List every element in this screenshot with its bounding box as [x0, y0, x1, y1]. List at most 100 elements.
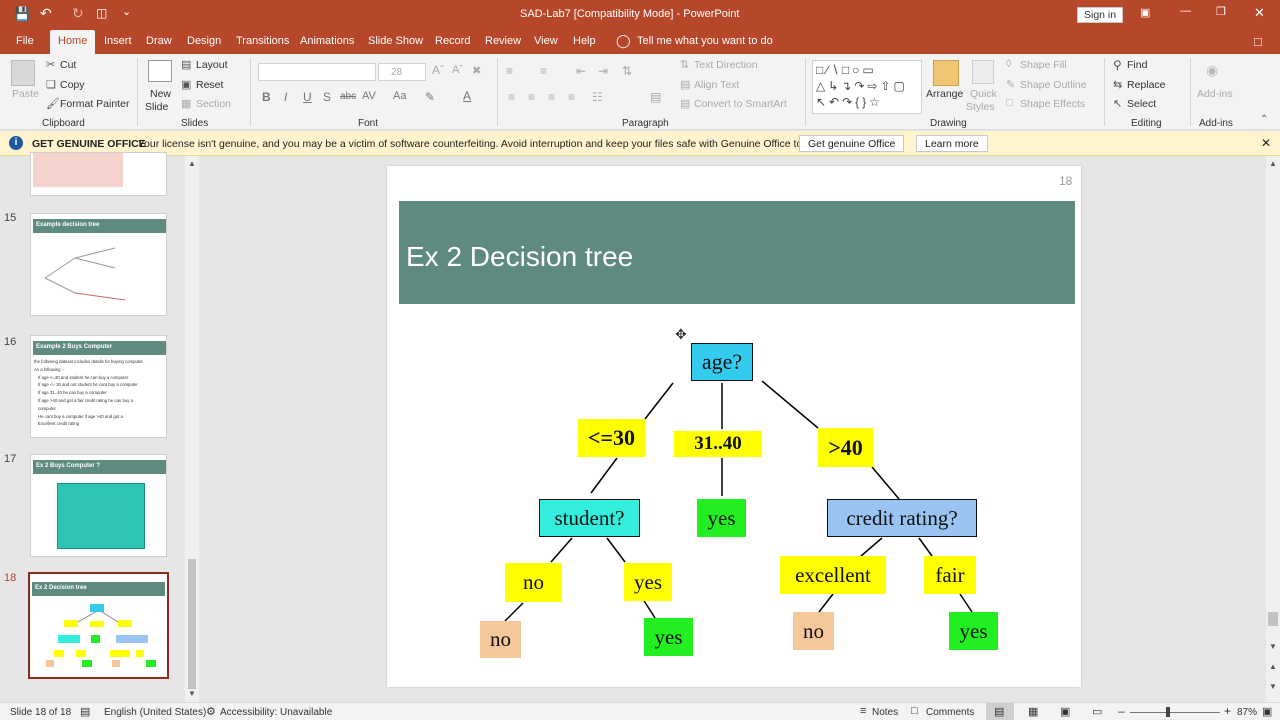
select-button[interactable]: Select	[1127, 98, 1156, 110]
leaf-no-student[interactable]: no	[480, 621, 521, 658]
slide-thumbnail-16[interactable]: Example 2 Buys Computer the following da…	[30, 335, 167, 438]
edge-label-yes[interactable]: yes	[624, 563, 672, 601]
customize-toolbar-icon[interactable]: ⌄	[122, 5, 131, 18]
align-left-icon[interactable]: ≡	[508, 90, 515, 104]
notes-button[interactable]: Notes	[872, 707, 898, 718]
new-slide-icon[interactable]	[148, 60, 172, 82]
change-case-icon[interactable]: Aa	[393, 90, 406, 102]
tab-review[interactable]: Review	[485, 35, 521, 47]
maximize-icon[interactable]: ❐	[1216, 5, 1226, 18]
tab-design[interactable]: Design	[187, 35, 221, 47]
add-ins-button[interactable]: Add-ins	[1197, 88, 1233, 100]
tab-view[interactable]: View	[534, 35, 558, 47]
leaf-yes-31-40[interactable]: yes	[697, 499, 746, 537]
tell-me-search[interactable]: Tell me what you want to do	[637, 35, 773, 47]
align-center-icon[interactable]: ≡	[528, 90, 535, 104]
tab-draw[interactable]: Draw	[146, 35, 172, 47]
align-right-icon[interactable]: ≡	[548, 90, 555, 104]
language-status[interactable]: English (United States)	[104, 707, 206, 718]
font-size-input[interactable]: 28	[378, 63, 426, 81]
tab-file[interactable]: File	[16, 35, 34, 47]
underline-icon[interactable]: U	[303, 90, 312, 104]
replace-button[interactable]: Replace	[1127, 79, 1166, 91]
reading-view-icon[interactable]: ▣	[1060, 705, 1070, 718]
thumbnail-scrollbar[interactable]: ▲ ▼	[185, 156, 199, 702]
slide-thumbnail-15[interactable]: Example decision tree	[30, 213, 167, 316]
clear-formatting-icon[interactable]: ✖	[472, 64, 481, 77]
layout-button[interactable]: Layout	[196, 59, 228, 71]
increase-font-icon[interactable]: Aˆ	[432, 63, 444, 77]
find-button[interactable]: Find	[1127, 59, 1147, 71]
tab-help[interactable]: Help	[573, 35, 596, 47]
scroll-thumb[interactable]	[1268, 612, 1278, 626]
shapes-gallery[interactable]: □∕∖□○▭ △↳↴↷⇨⇧▢ ↖↶↷{}☆	[812, 60, 922, 114]
slide-thumbnail-14[interactable]	[30, 152, 167, 196]
collapse-ribbon-icon[interactable]: ⌃	[1260, 114, 1268, 125]
edge-label-31-40[interactable]: 31..40	[674, 431, 762, 457]
bullets-icon[interactable]: ≡	[506, 64, 513, 78]
zoom-in-icon[interactable]: +	[1224, 704, 1231, 718]
edge-label-le30[interactable]: <=30	[578, 419, 645, 457]
zoom-out-icon[interactable]: –	[1118, 704, 1125, 718]
shape-fill-button[interactable]: Shape Fill	[1020, 59, 1067, 71]
comments-button[interactable]: Comments	[926, 707, 974, 718]
italic-icon[interactable]: I	[284, 90, 287, 104]
convert-smartart-button[interactable]: Convert to SmartArt	[694, 98, 787, 110]
tab-animations[interactable]: Animations	[300, 35, 354, 47]
shadow-icon[interactable]: S	[323, 90, 331, 104]
arrange-icon[interactable]	[933, 60, 959, 86]
copy-button[interactable]: Copy	[60, 79, 85, 91]
text-direction-button[interactable]: Text Direction	[694, 59, 758, 71]
learn-more-button[interactable]: Learn more	[916, 135, 988, 152]
scroll-thumb[interactable]	[188, 559, 196, 689]
zoom-slider[interactable]	[1130, 712, 1220, 713]
sign-in-button[interactable]: Sign in	[1077, 7, 1124, 23]
zoom-level[interactable]: 87%	[1237, 707, 1257, 718]
justify-icon[interactable]: ≡	[568, 90, 575, 104]
numbering-icon[interactable]: ≡	[540, 64, 547, 78]
format-painter-button[interactable]: Format Painter	[60, 98, 129, 110]
tab-slide-show[interactable]: Slide Show	[368, 35, 423, 47]
present-icon[interactable]: ◫	[96, 6, 107, 20]
slideshow-icon[interactable]: ▭	[1092, 705, 1102, 718]
slide-scrollbar[interactable]: ▲ ▼ ▲ ▼	[1266, 156, 1280, 702]
decrease-font-icon[interactable]: Aˇ	[452, 64, 463, 76]
next-slide-icon[interactable]: ▼	[1269, 682, 1277, 691]
font-color-icon[interactable]: A	[463, 89, 471, 103]
quick-styles-icon[interactable]	[972, 60, 994, 84]
slide-thumbnail-18-selected[interactable]: Ex 2 Decision tree	[28, 572, 169, 679]
node-age[interactable]: age?	[691, 343, 753, 381]
paste-button[interactable]: Paste	[12, 88, 39, 100]
edge-label-no[interactable]: no	[505, 563, 562, 602]
leaf-no-excellent[interactable]: no	[793, 612, 834, 650]
edge-label-gt40[interactable]: >40	[818, 428, 873, 467]
save-icon[interactable]: 💾	[14, 6, 30, 22]
slide[interactable]: 18 Ex 2 Decision tree age? <=30 31..40 >…	[387, 166, 1081, 687]
shape-outline-button[interactable]: Shape Outline	[1020, 79, 1087, 91]
edge-label-fair[interactable]: fair	[924, 556, 976, 594]
quick-styles-button-2[interactable]: Styles	[966, 101, 995, 113]
accessibility-status[interactable]: Accessibility: Unavailable	[220, 707, 332, 718]
scroll-up-icon[interactable]: ▲	[1269, 159, 1277, 168]
leaf-yes-fair[interactable]: yes	[949, 612, 998, 650]
quick-styles-button[interactable]: Quick	[970, 88, 997, 100]
shape-effects-button[interactable]: Shape Effects	[1020, 98, 1085, 110]
decrease-indent-icon[interactable]: ⇤	[576, 64, 586, 78]
minimize-icon[interactable]: —	[1180, 5, 1191, 17]
bold-icon[interactable]: B	[262, 90, 271, 104]
strikethrough-icon[interactable]: abc	[340, 91, 356, 102]
spacing-icon[interactable]: AV	[362, 90, 376, 102]
font-name-input[interactable]	[258, 63, 376, 81]
fit-slide-icon[interactable]: ▣	[1262, 705, 1272, 718]
new-slide-button[interactable]: New	[150, 88, 171, 100]
close-icon[interactable]: ✕	[1254, 5, 1265, 21]
cut-button[interactable]: Cut	[60, 59, 76, 71]
scroll-down-icon[interactable]: ▼	[1269, 642, 1277, 651]
scroll-down-icon[interactable]: ▼	[188, 689, 196, 698]
text-box-icon[interactable]: ▤	[650, 90, 661, 104]
zoom-slider-thumb[interactable]	[1166, 707, 1170, 717]
line-spacing-icon[interactable]: ⇅	[622, 64, 632, 78]
scroll-up-icon[interactable]: ▲	[188, 159, 196, 168]
highlight-icon[interactable]: ✎	[425, 90, 435, 104]
get-genuine-office-button[interactable]: Get genuine Office	[799, 135, 905, 152]
